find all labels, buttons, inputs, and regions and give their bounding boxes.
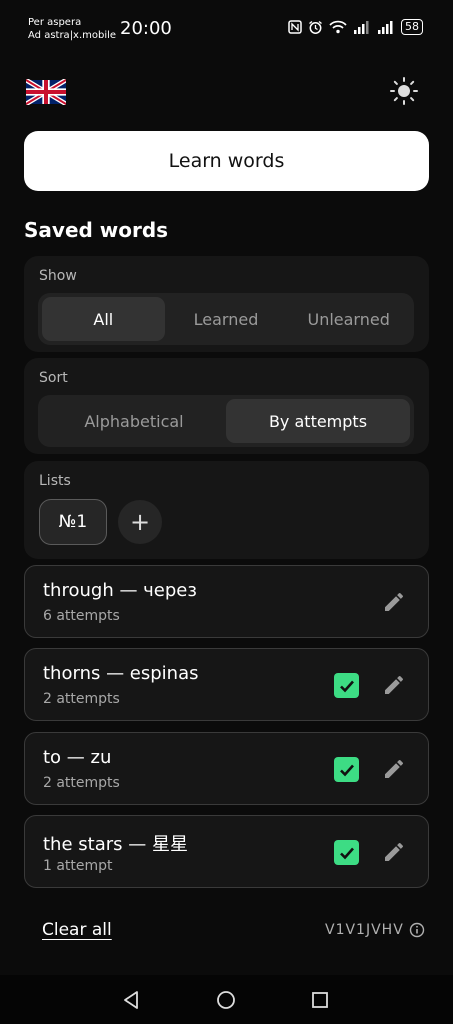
- sort-label: Sort: [39, 370, 68, 386]
- info-icon[interactable]: [409, 922, 425, 938]
- show-segmented-control: All Learned Unlearned: [38, 293, 414, 345]
- recents-square-icon[interactable]: [309, 989, 331, 1011]
- learned-checkbox[interactable]: [334, 840, 359, 865]
- word-card[interactable]: through — через 6 attempts: [24, 565, 429, 638]
- word-title: to — zu: [43, 747, 112, 768]
- version-label: V1V1JVHV: [325, 922, 404, 938]
- status-time: 20:00: [120, 18, 172, 39]
- word-card[interactable]: the stars — 星星 1 attempt: [24, 815, 429, 888]
- checkmark-icon: [339, 847, 354, 859]
- word-card[interactable]: to — zu 2 attempts: [24, 732, 429, 805]
- clear-all-link[interactable]: Clear all: [42, 920, 112, 940]
- sort-option-by-attempts[interactable]: By attempts: [226, 399, 410, 443]
- wifi-icon: [329, 20, 347, 34]
- sort-panel: Sort Alphabetical By attempts: [24, 358, 429, 454]
- learned-checkbox[interactable]: [334, 673, 359, 698]
- show-label: Show: [39, 268, 77, 284]
- lists-panel: Lists №1 +: [24, 461, 429, 559]
- sun-icon[interactable]: [389, 76, 419, 106]
- list-chip-1[interactable]: №1: [39, 499, 107, 545]
- edit-pencil-icon[interactable]: [382, 673, 406, 697]
- show-option-unlearned[interactable]: Unlearned: [287, 297, 410, 341]
- word-attempts: 6 attempts: [43, 608, 120, 624]
- word-attempts: 1 attempt: [43, 858, 113, 874]
- word-card[interactable]: thorns — espinas 2 attempts: [24, 648, 429, 721]
- back-triangle-icon[interactable]: [120, 989, 142, 1011]
- uk-flag-icon[interactable]: [26, 79, 66, 105]
- word-title: the stars — 星星: [43, 834, 188, 855]
- learned-checkbox[interactable]: [334, 757, 359, 782]
- sort-segmented-control: Alphabetical By attempts: [38, 395, 414, 447]
- show-option-all[interactable]: All: [42, 297, 165, 341]
- system-nav-bar: [0, 975, 453, 1024]
- edit-pencil-icon[interactable]: [382, 757, 406, 781]
- show-filter-panel: Show All Learned Unlearned: [24, 256, 429, 352]
- saved-words-title: Saved words: [24, 218, 169, 242]
- status-icons: 58: [288, 19, 423, 35]
- nfc-icon: [288, 20, 302, 34]
- carrier-label: Per aspera Ad astra|x.mobile: [28, 16, 116, 42]
- signal-icon-1: [354, 21, 369, 34]
- edit-pencil-icon[interactable]: [382, 590, 406, 614]
- word-attempts: 2 attempts: [43, 691, 120, 707]
- status-bar: Per aspera Ad astra|x.mobile 20:00 58: [0, 0, 453, 56]
- word-attempts: 2 attempts: [43, 775, 120, 791]
- battery-indicator: 58: [401, 19, 423, 35]
- lists-label: Lists: [39, 473, 71, 489]
- add-list-button[interactable]: +: [118, 500, 162, 544]
- edit-pencil-icon[interactable]: [382, 840, 406, 864]
- checkmark-icon: [339, 680, 354, 692]
- word-title: through — через: [43, 580, 197, 601]
- checkmark-icon: [339, 764, 354, 776]
- signal-icon-2: [378, 21, 393, 34]
- show-option-learned[interactable]: Learned: [165, 297, 288, 341]
- sort-option-alphabetical[interactable]: Alphabetical: [42, 399, 226, 443]
- word-title: thorns — espinas: [43, 663, 199, 684]
- learn-words-button[interactable]: Learn words: [24, 131, 429, 191]
- home-circle-icon[interactable]: [215, 989, 237, 1011]
- alarm-icon: [309, 20, 322, 34]
- carrier-line-1: Per aspera: [28, 17, 82, 28]
- carrier-line-2: Ad astra|x.mobile: [28, 30, 117, 41]
